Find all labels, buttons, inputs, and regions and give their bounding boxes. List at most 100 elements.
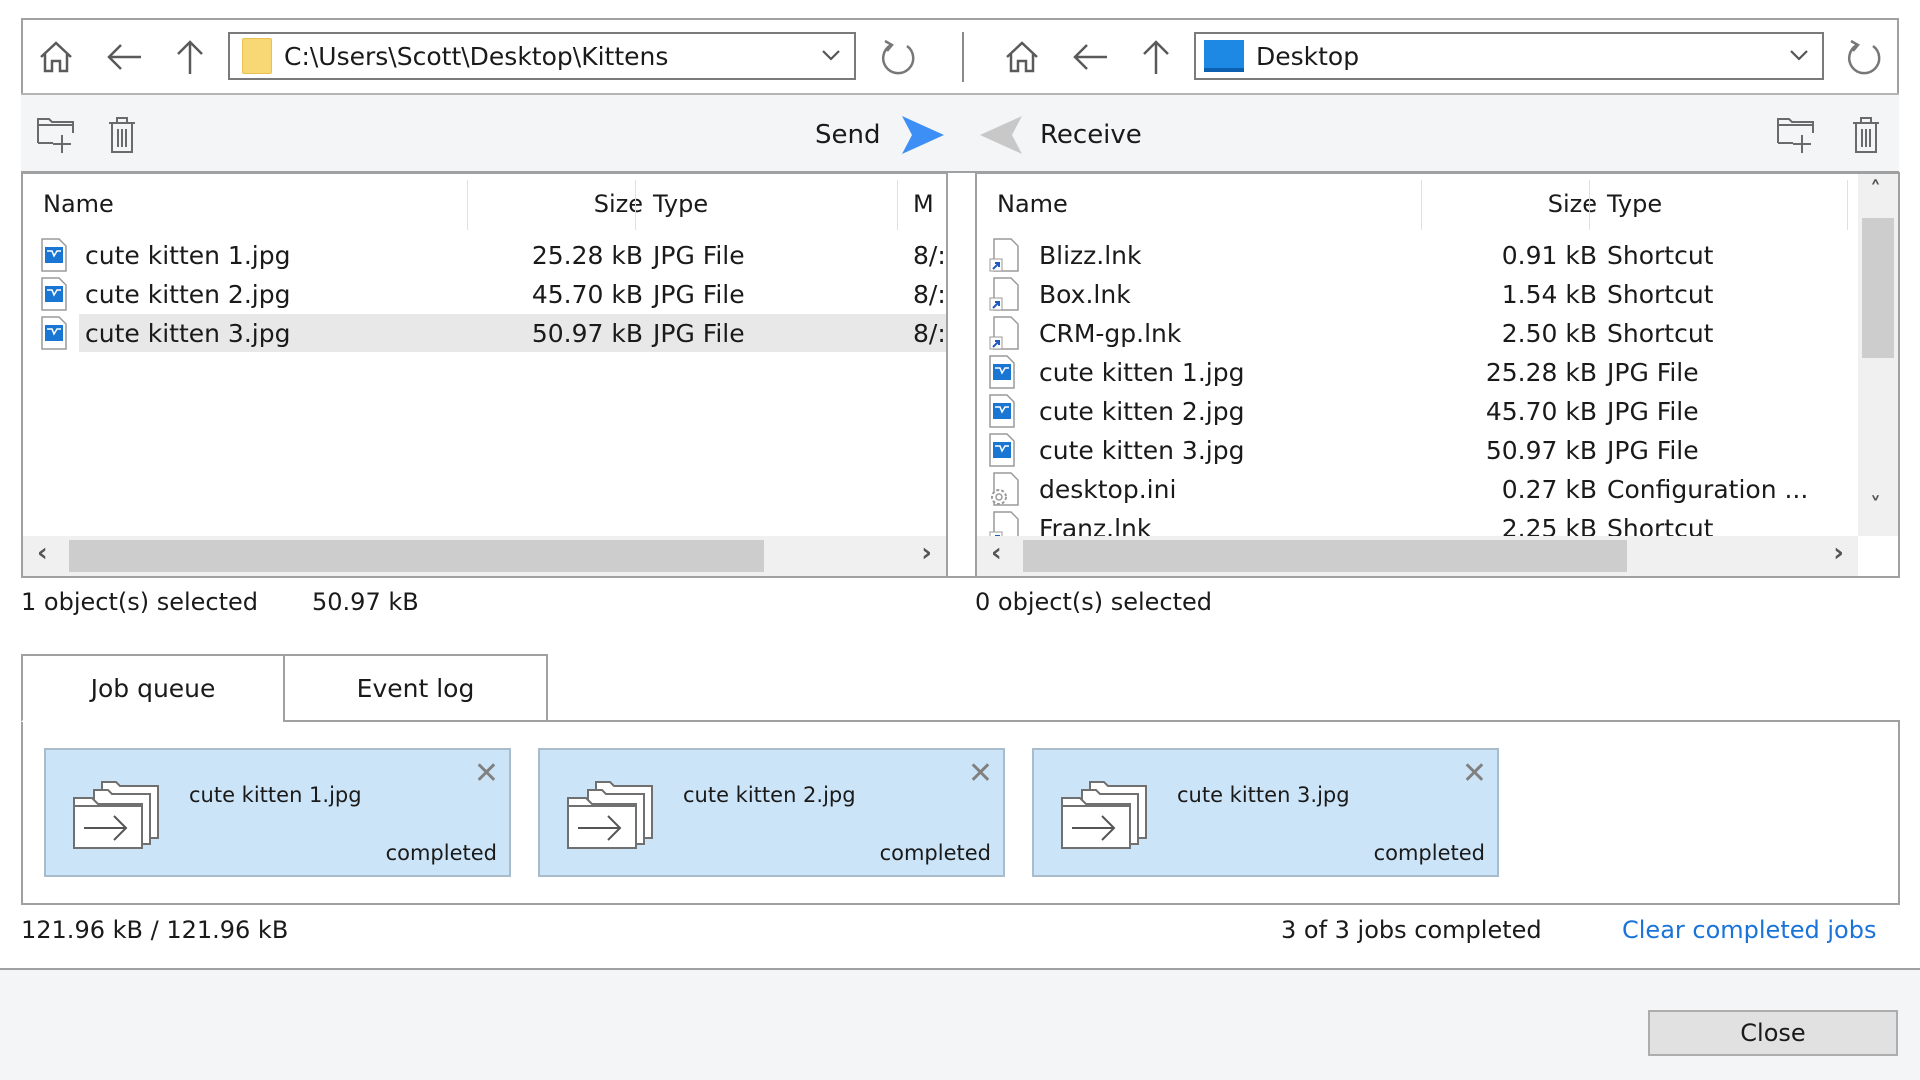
left-path-combobox[interactable]: C:\Users\Scott\Desktop\Kittens [228,32,856,80]
close-icon[interactable]: ✕ [474,756,499,791]
chevron-down-icon[interactable] [1786,42,1812,74]
delete-trash-icon[interactable] [1846,112,1886,156]
receive-arrow-icon[interactable] [976,112,1026,158]
file-type: Shortcut [1607,279,1714,309]
left-path-text: C:\Users\Scott\Desktop\Kittens [284,41,669,71]
scroll-down-icon[interactable]: ˅ [1870,494,1881,519]
send-arrow-icon[interactable] [898,112,948,158]
file-type: Configuration ... [1607,474,1809,504]
column-divider[interactable] [1421,180,1422,230]
column-header-type[interactable]: Type [653,174,708,234]
close-icon[interactable]: ✕ [968,756,993,791]
job-card[interactable]: cute kitten 1.jpg ✕ completed [44,748,511,877]
file-size: 0.91 kB [1501,240,1597,270]
shortcut-file-icon [989,238,1019,278]
vertical-scrollbar[interactable]: ˄ ˅ [1858,174,1898,536]
table-row[interactable]: cute kitten 2.jpg 45.70 kB JPG File 8/: [23,275,946,313]
tab-event-log[interactable]: Event log [283,654,548,722]
transfer-job-icon [72,778,164,856]
tab-job-queue[interactable]: Job queue [21,654,285,722]
column-divider[interactable] [897,180,898,230]
refresh-icon[interactable] [874,34,922,80]
scroll-right-icon[interactable]: › [1833,538,1844,568]
file-type: JPG File [653,318,745,348]
column-header-size[interactable]: Size [563,174,643,234]
table-row[interactable]: cute kitten 1.jpg 25.28 kB JPG File [977,353,1857,391]
file-modified: 8/: [913,279,946,309]
job-file-name: cute kitten 1.jpg [189,783,362,807]
horizontal-scrollbar[interactable]: ‹ › [977,536,1858,576]
table-row[interactable]: CRM-gp.lnk 2.50 kB Shortcut [977,314,1857,352]
file-name: CRM-gp.lnk [1039,318,1182,348]
column-divider[interactable] [467,180,468,230]
table-row[interactable]: desktop.ini 0.27 kB Configuration ... [977,470,1857,508]
column-header-name[interactable]: Name [997,174,1068,234]
scroll-left-icon[interactable]: ‹ [991,538,1002,568]
send-label[interactable]: Send [815,120,880,150]
column-divider[interactable] [1847,180,1848,230]
file-name: cute kitten 1.jpg [1039,357,1245,387]
file-size: 50.97 kB [531,318,643,348]
horizontal-scrollbar[interactable]: ‹ › [23,536,946,576]
file-name: cute kitten 2.jpg [85,279,291,309]
toolbar [21,95,1899,173]
new-folder-icon[interactable] [34,112,80,156]
scroll-right-icon[interactable]: › [921,538,932,568]
column-header-modified[interactable]: M [913,174,934,234]
file-size: 0.27 kB [1501,474,1597,504]
table-row[interactable]: cute kitten 1.jpg 25.28 kB JPG File 8/: [23,236,946,274]
delete-trash-icon[interactable] [102,112,142,156]
receive-label[interactable]: Receive [1040,120,1142,150]
scrollbar-thumb[interactable] [69,540,764,572]
column-divider[interactable] [1589,180,1590,230]
right-path-combobox[interactable]: Desktop [1194,32,1824,80]
clear-completed-jobs-link[interactable]: Clear completed jobs [1622,916,1876,944]
left-file-list[interactable]: Name Size Type M cute kitten 1.jpg 25.28 … [21,172,948,578]
table-row[interactable]: Box.lnk 1.54 kB Shortcut [977,275,1857,313]
up-arrow-icon[interactable] [168,36,212,78]
right-path-text: Desktop [1256,41,1360,71]
scrollbar-thumb[interactable] [1862,218,1894,358]
jobs-completed-count: 3 of 3 jobs completed [1281,916,1542,944]
scroll-up-icon[interactable]: ˄ [1870,178,1881,203]
back-arrow-icon[interactable] [102,36,146,78]
right-file-list[interactable]: Name Size Type Blizz.lnk 0.91 kB Shortcut B… [975,172,1900,578]
image-file-icon [989,394,1015,434]
table-row[interactable]: Blizz.lnk 0.91 kB Shortcut [977,236,1857,274]
column-header-size[interactable]: Size [1517,174,1597,234]
home-icon[interactable] [34,36,78,78]
column-header-type[interactable]: Type [1607,174,1662,234]
job-card[interactable]: cute kitten 3.jpg ✕ completed [1032,748,1499,877]
image-file-icon [41,277,67,317]
file-name: desktop.ini [1039,474,1177,504]
file-size: 1.54 kB [1501,279,1597,309]
job-status: completed [879,841,991,865]
file-size: 2.50 kB [1501,318,1597,348]
home-icon[interactable] [1000,36,1044,78]
close-icon[interactable]: ✕ [1462,756,1487,791]
back-arrow-icon[interactable] [1068,36,1112,78]
job-file-name: cute kitten 3.jpg [1177,783,1350,807]
refresh-icon[interactable] [1840,34,1888,80]
file-type: Shortcut [1607,240,1714,270]
new-folder-icon[interactable] [1774,112,1820,156]
close-button[interactable]: Close [1648,1010,1898,1056]
scrollbar-thumb[interactable] [1023,540,1627,572]
file-type: Shortcut [1607,318,1714,348]
table-row[interactable]: cute kitten 2.jpg 45.70 kB JPG File [977,392,1857,430]
job-status: completed [385,841,497,865]
chevron-down-icon[interactable] [818,42,844,74]
file-name: cute kitten 1.jpg [85,240,291,270]
left-status-selected: 1 object(s) selected [21,588,259,616]
job-card[interactable]: cute kitten 2.jpg ✕ completed [538,748,1005,877]
column-header-name[interactable]: Name [43,174,114,234]
file-name: Blizz.lnk [1039,240,1142,270]
table-row[interactable]: cute kitten 3.jpg 50.97 kB JPG File [977,431,1857,469]
file-size: 45.70 kB [531,279,643,309]
column-divider[interactable] [635,180,636,230]
shortcut-file-icon [989,316,1019,356]
up-arrow-icon[interactable] [1134,36,1178,78]
scroll-left-icon[interactable]: ‹ [37,538,48,568]
table-row[interactable]: cute kitten 3.jpg 50.97 kB JPG File 8/: [23,314,946,352]
transfer-job-icon [566,778,658,856]
